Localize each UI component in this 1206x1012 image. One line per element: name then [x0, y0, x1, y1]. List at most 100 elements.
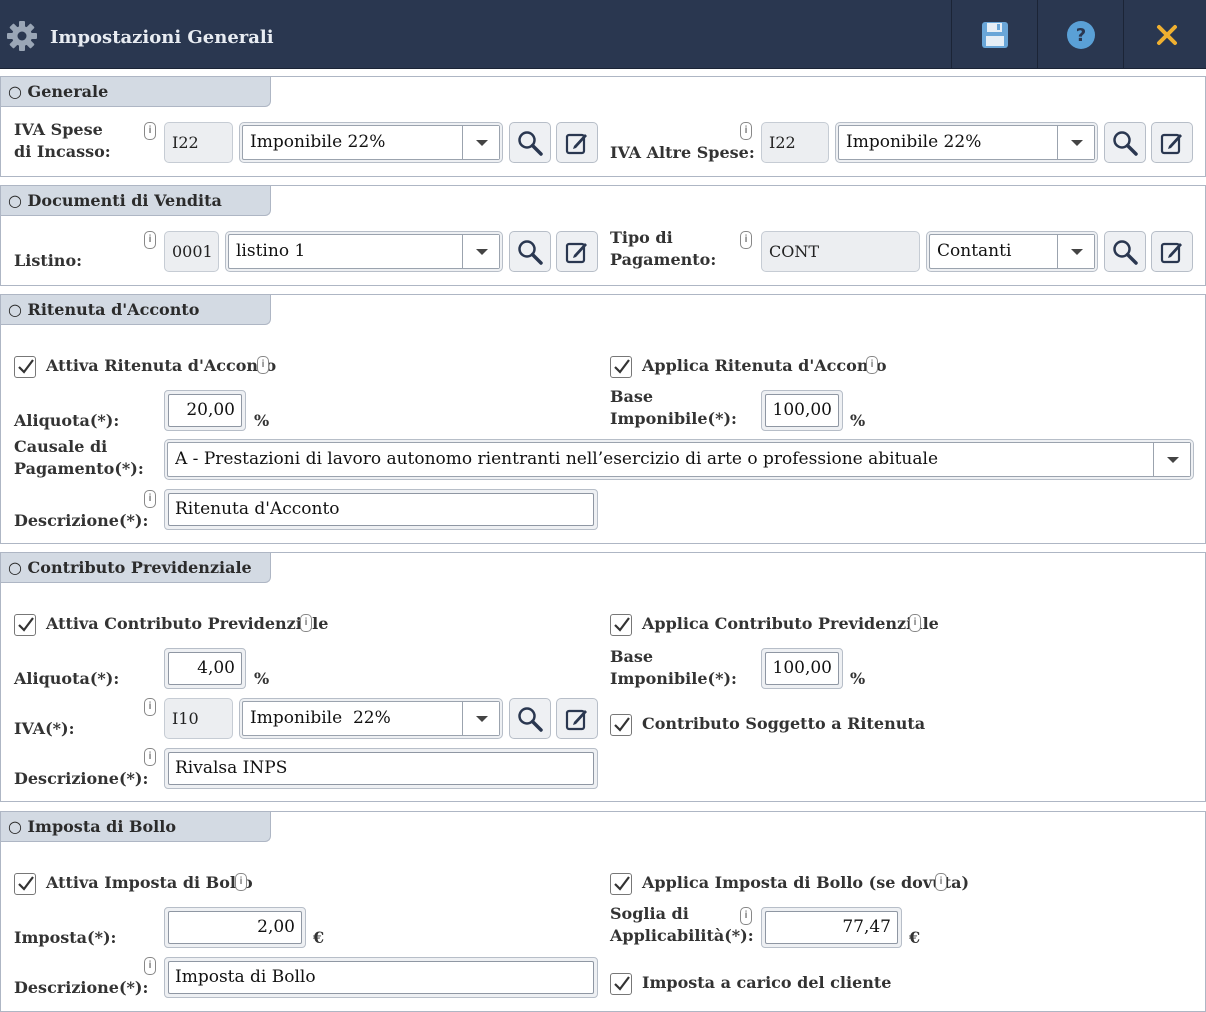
info-icon[interactable]: i [300, 614, 312, 632]
info-icon[interactable]: i [144, 231, 156, 249]
applica-contributo-label: Applica Contributo Previdenziale [642, 614, 939, 633]
section-ritenuta: ○ Ritenuta d'Acconto Attiva Ritenuta d'A… [0, 294, 1206, 544]
edit-icon [565, 242, 587, 263]
select-value: listino 1 [236, 241, 306, 261]
contributo-soggetto-checkbox[interactable] [610, 714, 632, 736]
checkmark-icon [614, 976, 630, 991]
info-icon[interactable]: i [144, 122, 156, 140]
causale-select[interactable]: A - Prestazioni di lavoro autonomo rient… [164, 439, 1194, 480]
section-title: Imposta di Bollo [27, 817, 176, 836]
base-imponibile-value: 100,00 [765, 394, 839, 427]
info-icon[interactable]: i [144, 490, 156, 508]
section-tab-contributo[interactable]: ○ Contributo Previdenziale [1, 553, 271, 583]
attiva-contributo-label: Attiva Contributo Previdenziale [46, 614, 329, 633]
attiva-contributo-checkbox[interactable] [14, 614, 36, 636]
base-imponibile-label: Base Imponibile(*): [610, 387, 737, 428]
base-imponibile-input[interactable]: 100,00 [761, 648, 843, 689]
aliquota-input[interactable]: 4,00 [164, 648, 246, 689]
section-tab-vendita[interactable]: ○ Documenti di Vendita [1, 186, 271, 216]
edit-button[interactable] [556, 698, 598, 739]
descrizione-input[interactable]: Rivalsa INPS [164, 748, 598, 789]
imposta-input[interactable]: 2,00 [164, 907, 306, 948]
section-generale: ○ Generale IVA Spese di Incasso: i I22 I… [0, 76, 1206, 177]
info-icon[interactable]: i [144, 957, 156, 975]
attiva-bollo-checkbox[interactable] [14, 873, 36, 895]
info-icon[interactable]: i [257, 356, 269, 374]
aliquota-label: Aliquota(*): [14, 411, 120, 430]
soglia-value: 77,47 [765, 911, 898, 944]
info-icon[interactable]: i [144, 698, 156, 716]
iva-altre-spese-select[interactable]: Imponibile 22% [835, 122, 1098, 163]
edit-button[interactable] [556, 231, 598, 272]
search-button[interactable] [509, 698, 551, 739]
edit-button[interactable] [1151, 122, 1193, 163]
edit-button[interactable] [1151, 231, 1193, 272]
applica-ritenuta-checkbox[interactable] [610, 356, 632, 378]
attiva-ritenuta-checkbox[interactable] [14, 356, 36, 378]
chevron-down-icon[interactable] [462, 126, 499, 159]
listino-select[interactable]: listino 1 [225, 231, 503, 272]
select-value: Imponibile 22% [846, 132, 982, 152]
section-tab-bollo[interactable]: ○ Imposta di Bollo [1, 812, 271, 842]
tipo-pagamento-select[interactable]: Contanti [926, 231, 1098, 272]
info-icon[interactable]: i [235, 873, 247, 891]
section-title: Documenti di Vendita [27, 191, 222, 210]
applica-bollo-checkbox[interactable] [610, 873, 632, 895]
carico-cliente-label: Imposta a carico del cliente [642, 973, 892, 992]
applica-contributo-checkbox[interactable] [610, 614, 632, 636]
edit-icon [1160, 242, 1182, 263]
carico-cliente-checkbox[interactable] [610, 973, 632, 995]
chevron-down-icon[interactable] [462, 702, 499, 735]
iva-spese-incasso-select[interactable]: Imponibile 22% [239, 122, 503, 163]
base-imponibile-input[interactable]: 100,00 [761, 390, 843, 431]
search-button[interactable] [1104, 231, 1146, 272]
tipo-pagamento-code[interactable]: CONT [761, 231, 920, 272]
edit-button[interactable] [556, 122, 598, 163]
base-imponibile-value: 100,00 [765, 652, 839, 685]
iva-altre-spese-code[interactable]: I22 [761, 122, 829, 163]
checkmark-icon [614, 359, 630, 374]
descrizione-value: Ritenuta d'Acconto [168, 493, 594, 526]
section-tab-ritenuta[interactable]: ○ Ritenuta d'Acconto [1, 295, 271, 325]
info-icon[interactable]: i [909, 614, 921, 632]
info-icon[interactable]: i [866, 356, 878, 374]
iva-code[interactable]: I10 [164, 698, 233, 739]
chevron-down-icon[interactable] [1153, 443, 1190, 476]
chevron-down-icon[interactable] [1057, 126, 1094, 159]
search-button[interactable] [509, 122, 551, 163]
percent-unit: % [254, 411, 270, 430]
iva-label: IVA(*): [14, 719, 75, 738]
search-button[interactable] [509, 231, 551, 272]
help-button[interactable]: ? [1037, 0, 1123, 69]
iva-select[interactable]: Imponibile 22% [239, 698, 503, 739]
iva-spese-incasso-code[interactable]: I22 [164, 122, 233, 163]
search-icon [518, 706, 543, 732]
aliquota-value: 20,00 [168, 394, 242, 427]
descrizione-input[interactable]: Imposta di Bollo [164, 957, 598, 998]
select-value: A - Prestazioni di lavoro autonomo rient… [175, 449, 939, 469]
attiva-ritenuta-label: Attiva Ritenuta d'Acconto [46, 356, 277, 375]
descrizione-input[interactable]: Ritenuta d'Acconto [164, 489, 598, 530]
close-button[interactable] [1123, 0, 1206, 69]
info-icon[interactable]: i [740, 231, 752, 249]
aliquota-input[interactable]: 20,00 [164, 390, 246, 431]
save-button[interactable] [951, 0, 1037, 69]
chevron-down-icon[interactable] [1057, 235, 1094, 268]
chevron-down-icon[interactable] [462, 235, 499, 268]
info-icon[interactable]: i [740, 122, 752, 140]
applica-bollo-label: Applica Imposta di Bollo (se dovuta) [642, 873, 970, 892]
title-bar: Impostazioni Generali ? [0, 0, 1206, 69]
soglia-input[interactable]: 77,47 [761, 907, 902, 948]
checkmark-icon [18, 359, 34, 374]
section-contributo: ○ Contributo Previdenziale Attiva Contri… [0, 552, 1206, 802]
save-icon [981, 21, 1008, 48]
info-icon[interactable]: i [144, 748, 156, 766]
base-imponibile-label: Base Imponibile(*): [610, 647, 737, 688]
info-icon[interactable]: i [740, 907, 752, 925]
window-title: Impostazioni Generali [50, 27, 274, 48]
listino-code[interactable]: 0001 [164, 231, 219, 272]
info-icon[interactable]: i [935, 873, 947, 891]
tipo-pagamento-label: Tipo di Pagamento: [610, 228, 717, 269]
section-tab-generale[interactable]: ○ Generale [1, 77, 271, 107]
search-button[interactable] [1104, 122, 1146, 163]
